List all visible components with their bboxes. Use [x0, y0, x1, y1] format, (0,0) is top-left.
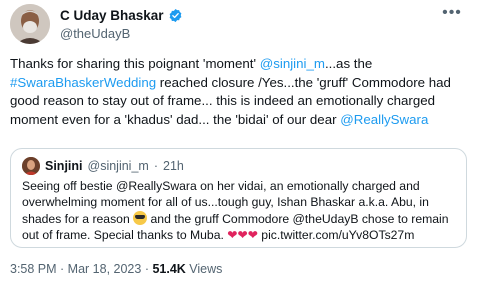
- separator: ·: [141, 262, 153, 276]
- quoted-tweet-text: Seeing off bestie @ReallySwara on her vi…: [22, 178, 462, 243]
- tweet-date[interactable]: Mar 18, 2023: [68, 262, 142, 276]
- avatar[interactable]: [10, 4, 50, 44]
- sunglasses-emoji-icon: [133, 210, 148, 225]
- separator: ·: [56, 262, 68, 276]
- avatar-image: [10, 4, 50, 44]
- quoted-timestamp[interactable]: 21h: [163, 159, 184, 173]
- quoted-avatar[interactable]: [22, 157, 40, 175]
- heart-emoji-icon: ❤❤❤: [227, 227, 258, 242]
- quoted-tweet-header: Sinjini @sinjini_m · 21h: [22, 157, 184, 175]
- quoted-avatar-image: [22, 157, 40, 175]
- separator-dot: ·: [153, 159, 158, 173]
- mention-link[interactable]: @sinjini_m: [260, 56, 325, 71]
- more-options-icon[interactable]: •••: [441, 5, 463, 22]
- views-count: 51.4K: [152, 262, 186, 276]
- tweet-text-part: Thanks for sharing this poignant 'moment…: [10, 56, 260, 71]
- verified-badge-icon: [169, 8, 181, 23]
- quoted-author-handle[interactable]: @sinjini_m: [88, 159, 149, 173]
- mention-link[interactable]: @ReallySwara: [340, 112, 428, 127]
- tweet-text-part: ...as the: [324, 56, 373, 71]
- pic-link[interactable]: pic.twitter.com/uYv8OTs27m: [258, 228, 414, 242]
- author-name[interactable]: C Uday Bhaskar: [60, 8, 164, 23]
- tweet-footer: 3:58 PM · Mar 18, 2023 · 51.4K Views: [10, 262, 222, 276]
- tweet[interactable]: C Uday Bhaskar @theUdayB ••• Thanks for …: [0, 0, 477, 281]
- author-handle[interactable]: @theUdayB: [60, 26, 130, 41]
- hashtag-link[interactable]: #SwaraBhaskerWedding: [10, 75, 156, 90]
- quoted-author-name[interactable]: Sinjini: [45, 159, 83, 173]
- tweet-text: Thanks for sharing this poignant 'moment…: [10, 55, 465, 129]
- quoted-tweet[interactable]: Sinjini @sinjini_m · 21h Seeing off best…: [10, 148, 467, 248]
- views-label: Views: [185, 262, 223, 276]
- tweet-time[interactable]: 3:58 PM: [10, 262, 57, 276]
- author-name-row[interactable]: C Uday Bhaskar: [60, 8, 183, 23]
